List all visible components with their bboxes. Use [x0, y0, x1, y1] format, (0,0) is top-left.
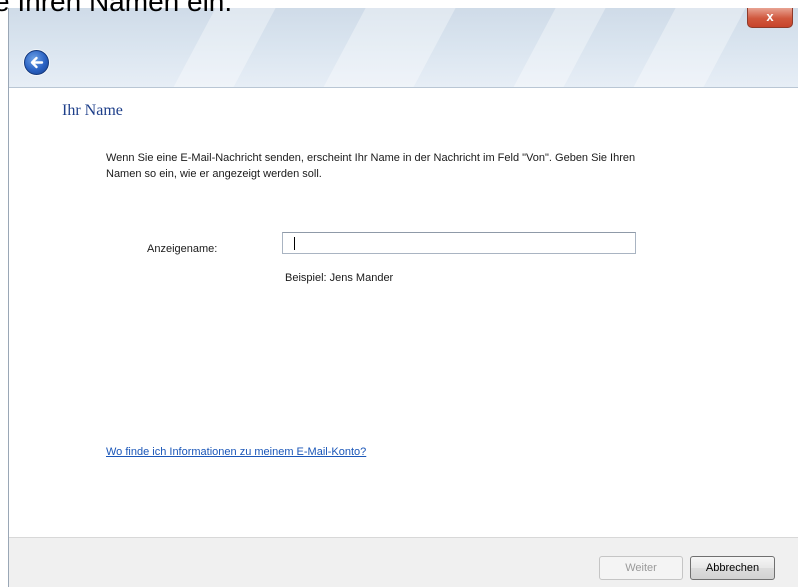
page-title: Ihr Name	[62, 102, 123, 119]
email-account-help-link[interactable]: Wo finde ich Informationen zu meinem E-M…	[106, 446, 366, 458]
screenshot-page: x Ihr Name Wenn Sie eine E-Mail-Nachrich…	[0, 0, 798, 587]
back-arrow-icon	[30, 56, 44, 69]
back-button[interactable]	[24, 50, 49, 75]
text-caret	[294, 237, 295, 250]
close-button[interactable]: x	[747, 8, 793, 28]
page-caption: e Ihren Namen ein.	[0, 0, 233, 17]
wizard-footer: Weiter Abbrechen	[9, 537, 798, 587]
display-name-input[interactable]	[282, 232, 636, 254]
example-hint: Beispiel: Jens Mander	[285, 272, 394, 284]
cancel-button[interactable]: Abbrechen	[690, 556, 775, 580]
description-text: Wenn Sie eine E-Mail-Nachricht senden, e…	[106, 152, 636, 180]
display-name-label: Anzeigename:	[147, 243, 218, 255]
setup-wizard-window: x Ihr Name Wenn Sie eine E-Mail-Nachrich…	[8, 8, 798, 587]
window-glass-header: x	[9, 8, 798, 88]
next-button[interactable]: Weiter	[599, 556, 683, 580]
close-icon: x	[766, 9, 774, 24]
